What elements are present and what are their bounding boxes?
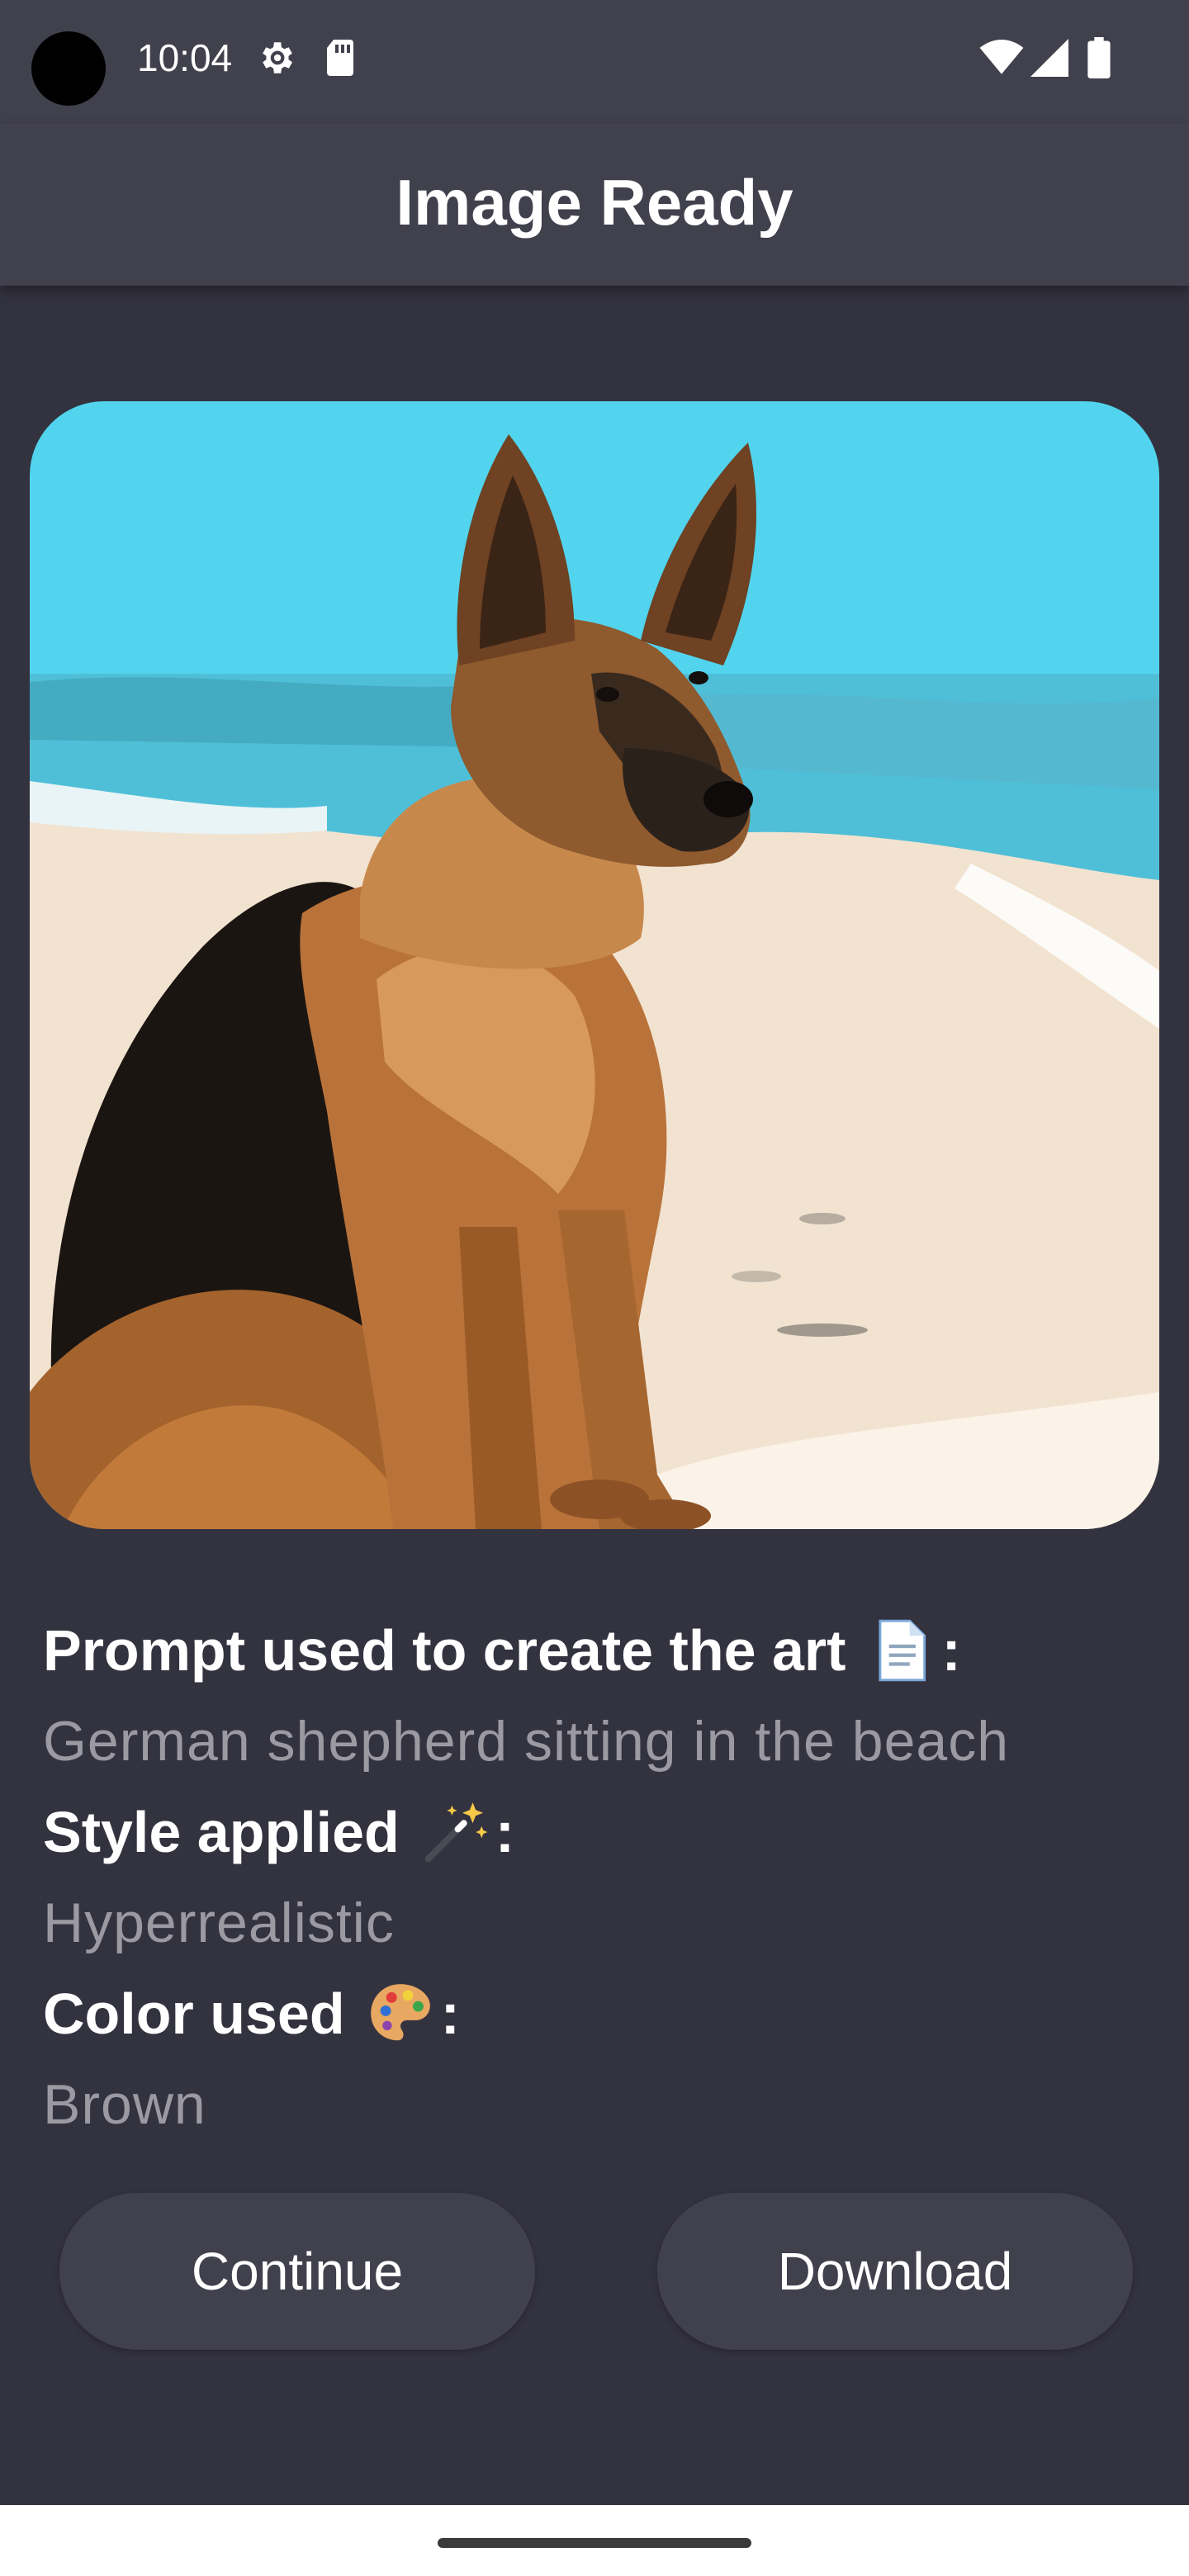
navigation-bar bbox=[0, 2505, 1189, 2576]
app-bar: Image Ready bbox=[0, 124, 1189, 286]
status-bar: 10:04 bbox=[0, 0, 1189, 124]
prompt-heading-label: Prompt used to create the art bbox=[43, 1618, 846, 1683]
prompt-heading: Prompt used to create the art : bbox=[43, 1605, 1166, 1696]
camera-cutout bbox=[31, 31, 106, 106]
color-value: Brown bbox=[43, 2073, 206, 2136]
magic-wand-emoji-icon bbox=[419, 1797, 490, 1868]
style-value: Hyperrealistic bbox=[43, 1892, 395, 1954]
sd-card-icon bbox=[322, 33, 358, 83]
palette-emoji-icon bbox=[365, 1978, 436, 2049]
art-details: Prompt used to create the art : German s… bbox=[43, 1605, 1166, 2150]
download-button[interactable]: Download bbox=[657, 2193, 1133, 2350]
style-colon: : bbox=[495, 1800, 515, 1864]
color-heading: Color used : bbox=[43, 1968, 1166, 2059]
style-heading: Style applied : bbox=[43, 1787, 1166, 1878]
continue-button[interactable]: Continue bbox=[59, 2193, 535, 2350]
battery-icon bbox=[1085, 33, 1113, 83]
generated-art-image bbox=[30, 401, 1159, 1529]
page-title: Image Ready bbox=[396, 165, 793, 239]
status-time: 10:04 bbox=[137, 36, 233, 79]
color-heading-label: Color used bbox=[43, 1982, 345, 2046]
color-colon: : bbox=[440, 1982, 460, 2046]
settings-icon bbox=[253, 33, 299, 83]
style-heading-label: Style applied bbox=[43, 1800, 400, 1864]
page-emoji-icon bbox=[865, 1615, 936, 1686]
home-gesture-handle[interactable] bbox=[438, 2538, 751, 2548]
prompt-value: German shepherd sitting in the beach bbox=[43, 1710, 1010, 1773]
cellular-signal-icon bbox=[1029, 33, 1070, 83]
wifi-icon bbox=[979, 33, 1024, 83]
prompt-colon: : bbox=[941, 1618, 961, 1683]
